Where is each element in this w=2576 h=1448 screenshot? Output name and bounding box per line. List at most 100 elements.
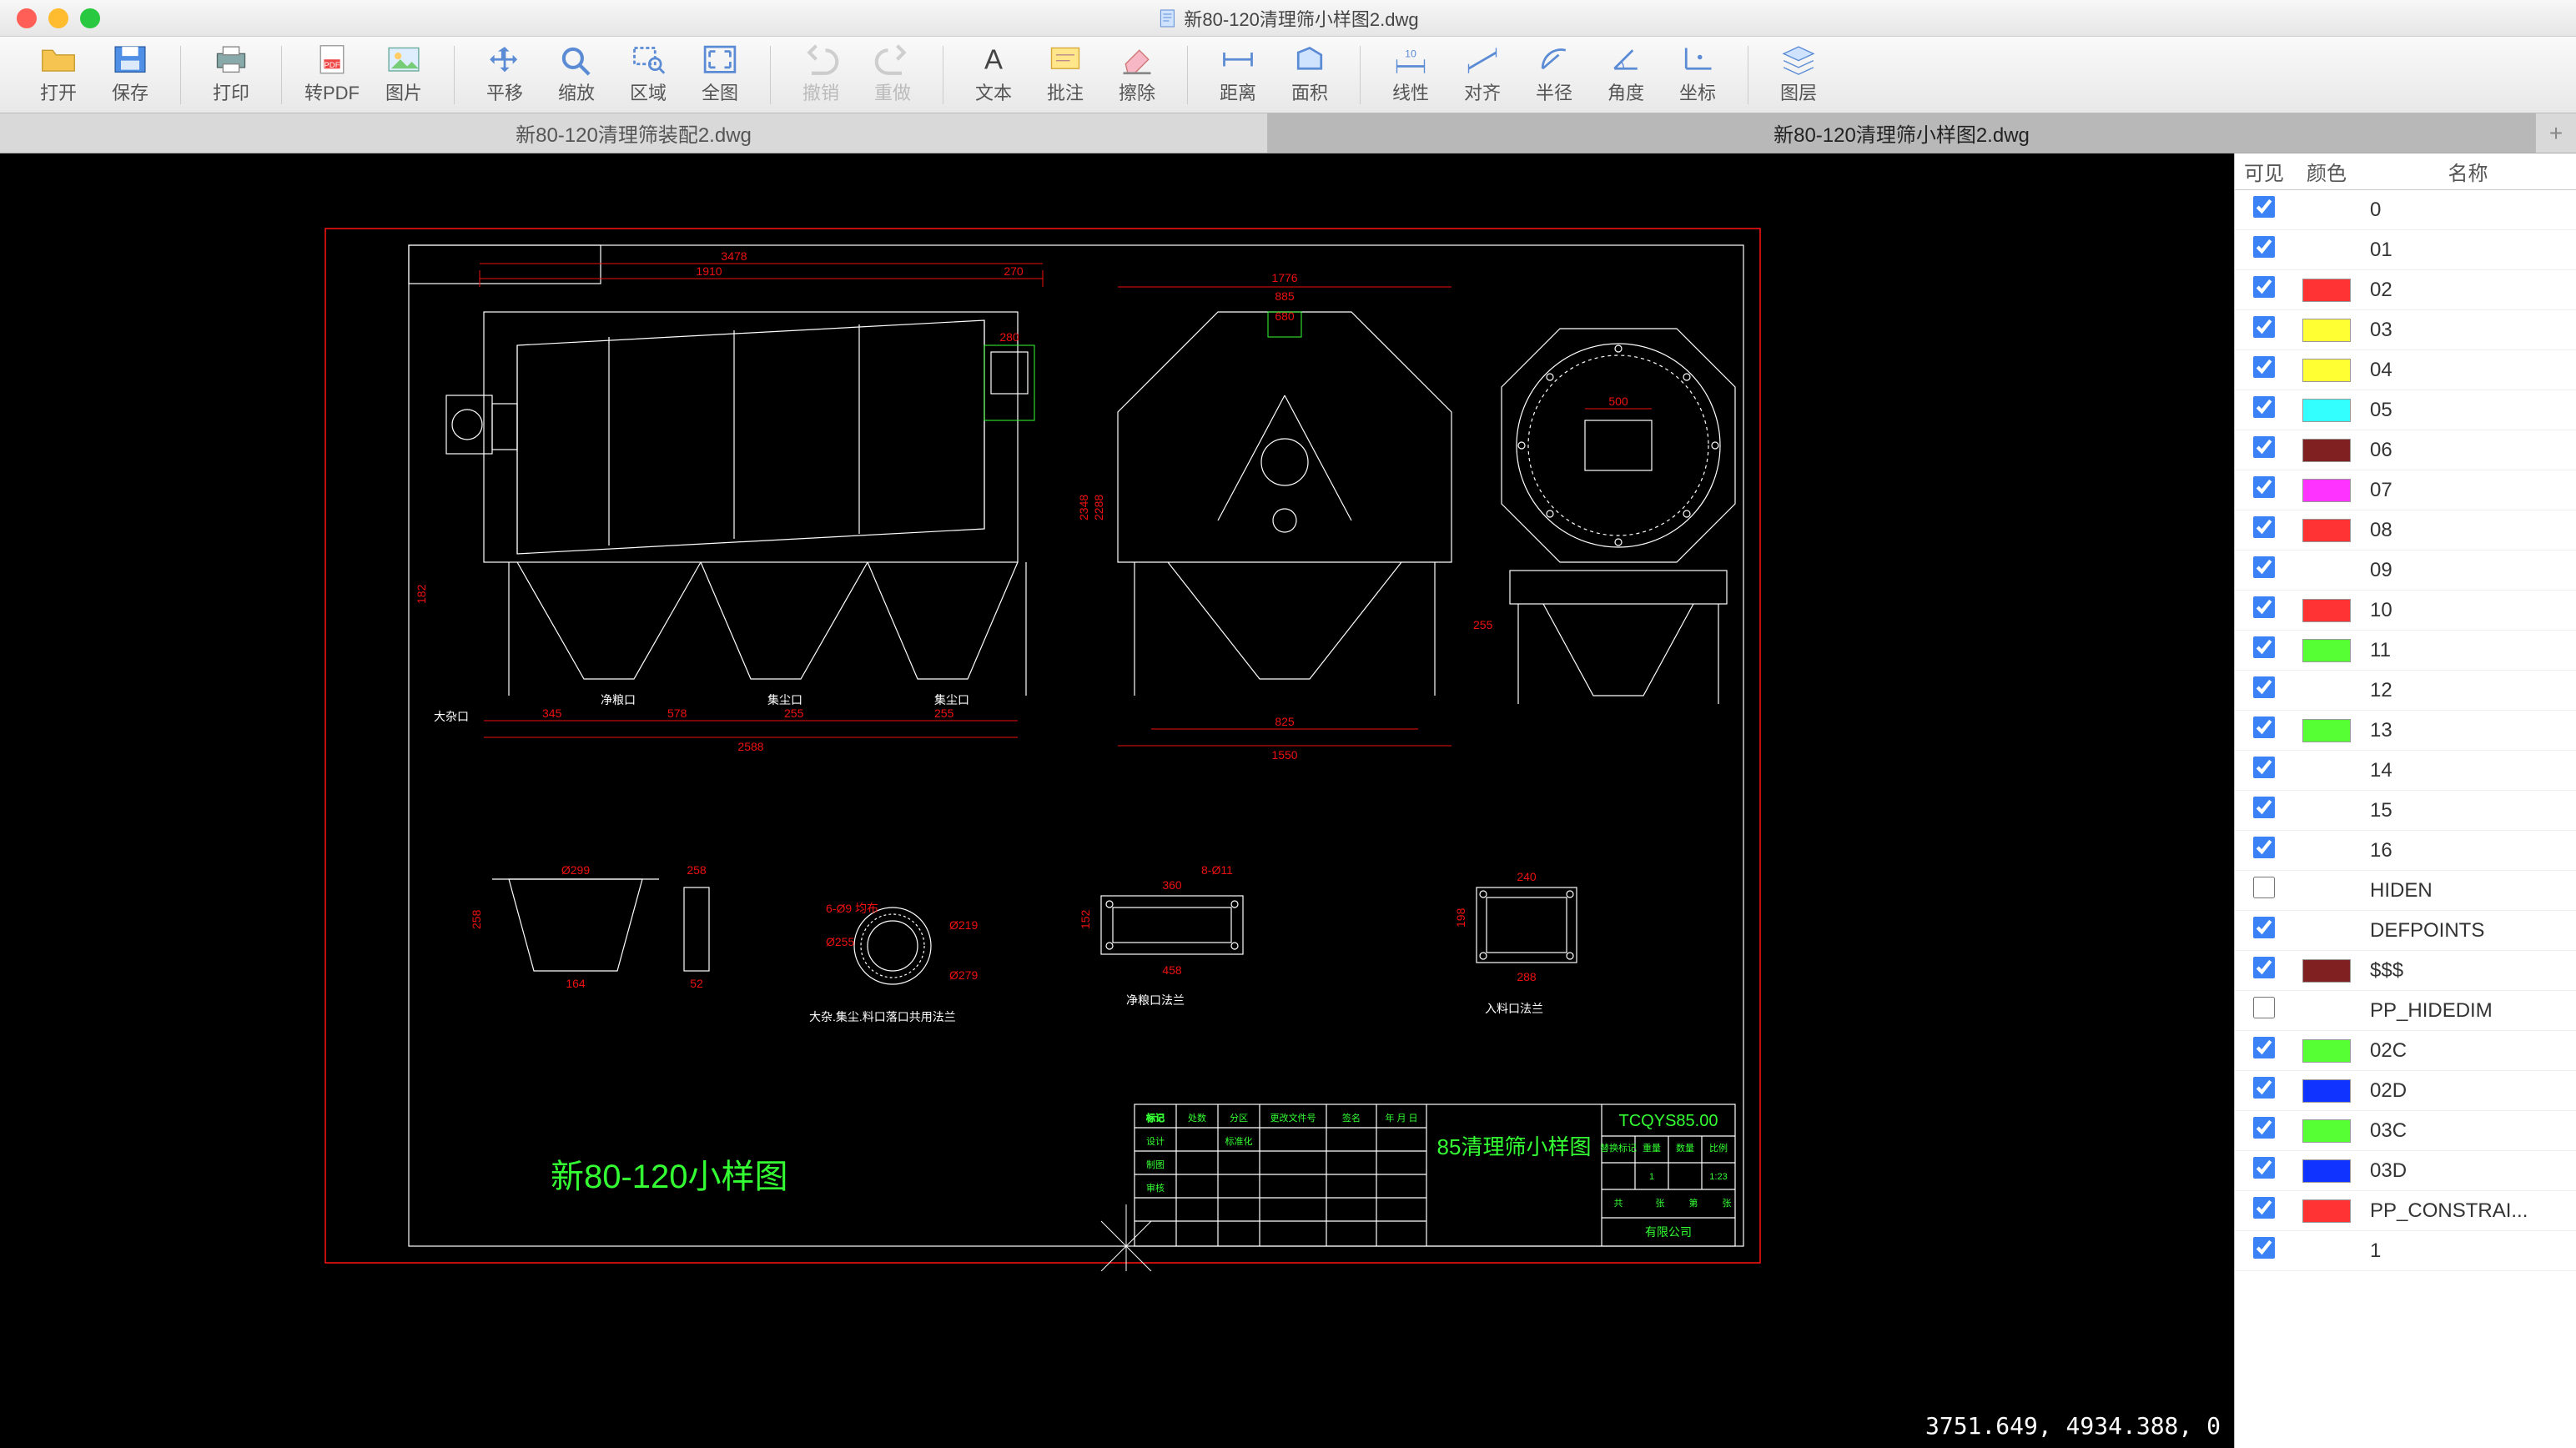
layer-visible-checkbox[interactable] <box>2253 716 2275 738</box>
layer-color-swatch[interactable] <box>2302 439 2351 462</box>
layer-row[interactable]: 09 <box>2235 551 2576 591</box>
layer-visible-checkbox[interactable] <box>2253 957 2275 978</box>
zoom-button[interactable]: 缩放 <box>541 42 611 108</box>
layer-row[interactable]: 01 <box>2235 230 2576 270</box>
layer-row[interactable]: HIDEN <box>2235 871 2576 911</box>
layer-color-swatch[interactable] <box>2302 959 2351 983</box>
layer-row[interactable]: DEFPOINTS <box>2235 911 2576 951</box>
area-button[interactable]: 面积 <box>1275 42 1345 108</box>
layer-color-swatch[interactable] <box>2302 1159 2351 1183</box>
fit-button[interactable]: 全图 <box>685 42 755 108</box>
layer-row[interactable]: 04 <box>2235 350 2576 390</box>
layer-row[interactable]: 03D <box>2235 1151 2576 1191</box>
document-tab[interactable]: 新80-120清理筛装配2.dwg <box>0 113 1268 153</box>
layer-visible-checkbox[interactable] <box>2253 316 2275 338</box>
layer-visible-checkbox[interactable] <box>2253 1237 2275 1259</box>
layer-color-swatch[interactable] <box>2302 639 2351 662</box>
layer-row[interactable]: 13 <box>2235 711 2576 751</box>
layer-color-swatch[interactable] <box>2302 519 2351 542</box>
layer-visible-checkbox[interactable] <box>2253 1157 2275 1179</box>
pdf-button[interactable]: PDF转PDF <box>297 42 367 108</box>
coord-button[interactable]: 坐标 <box>1663 42 1733 108</box>
text-button[interactable]: A文本 <box>958 42 1029 108</box>
layer-visible-checkbox[interactable] <box>2253 1077 2275 1099</box>
layer-color-swatch[interactable] <box>2302 719 2351 742</box>
close-icon[interactable] <box>17 8 37 28</box>
layer-visible-checkbox[interactable] <box>2253 396 2275 418</box>
print-button[interactable]: 打印 <box>196 42 266 108</box>
layer-row[interactable]: 1 <box>2235 1231 2576 1271</box>
layer-visible-checkbox[interactable] <box>2253 236 2275 258</box>
align-button[interactable]: 对齐 <box>1447 42 1517 108</box>
layer-row[interactable]: PP_HIDEDIM <box>2235 991 2576 1031</box>
layer-visible-checkbox[interactable] <box>2253 917 2275 938</box>
layer-color-swatch[interactable] <box>2302 319 2351 342</box>
layer-color-swatch[interactable] <box>2302 599 2351 622</box>
angle-button[interactable]: 角度 <box>1591 42 1661 108</box>
layer-row[interactable]: 11 <box>2235 631 2576 671</box>
layer-row[interactable]: 07 <box>2235 470 2576 510</box>
layer-row[interactable]: 10 <box>2235 591 2576 631</box>
layer-visible-checkbox[interactable] <box>2253 997 2275 1018</box>
layer-row[interactable]: 02C <box>2235 1031 2576 1071</box>
maximize-icon[interactable] <box>80 8 100 28</box>
layer-visible-checkbox[interactable] <box>2253 356 2275 378</box>
svg-text:TCQYS85.00: TCQYS85.00 <box>1619 1112 1718 1130</box>
layer-visible-checkbox[interactable] <box>2253 476 2275 498</box>
layer-row[interactable]: 08 <box>2235 510 2576 551</box>
layer-row[interactable]: 06 <box>2235 430 2576 470</box>
region-button[interactable]: 区域 <box>613 42 683 108</box>
layer-row[interactable]: $$$ <box>2235 951 2576 991</box>
layer-row[interactable]: PP_CONSTRAI... <box>2235 1191 2576 1231</box>
layer-visible-checkbox[interactable] <box>2253 757 2275 778</box>
layers-button[interactable]: 图层 <box>1763 42 1834 108</box>
radius-button[interactable]: 半径 <box>1519 42 1589 108</box>
pan-button[interactable]: 平移 <box>470 42 540 108</box>
open-button[interactable]: 打开 <box>23 42 93 108</box>
svg-text:第: 第 <box>1689 1197 1698 1209</box>
save-button[interactable]: 保存 <box>95 42 165 108</box>
layer-visible-checkbox[interactable] <box>2253 877 2275 898</box>
layer-visible-checkbox[interactable] <box>2253 676 2275 698</box>
layer-visible-checkbox[interactable] <box>2253 556 2275 578</box>
layer-visible-checkbox[interactable] <box>2253 516 2275 538</box>
layer-visible-checkbox[interactable] <box>2253 276 2275 298</box>
layer-visible-checkbox[interactable] <box>2253 436 2275 458</box>
layer-row[interactable]: 02 <box>2235 270 2576 310</box>
layer-row[interactable]: 02D <box>2235 1071 2576 1111</box>
add-tab-button[interactable]: + <box>2536 113 2576 153</box>
layer-visible-checkbox[interactable] <box>2253 1117 2275 1139</box>
dist-button[interactable]: 距离 <box>1203 42 1273 108</box>
layer-visible-checkbox[interactable] <box>2253 636 2275 658</box>
layer-row[interactable]: 16 <box>2235 831 2576 871</box>
annot-button[interactable]: 批注 <box>1030 42 1100 108</box>
layer-visible-checkbox[interactable] <box>2253 196 2275 218</box>
layer-row[interactable]: 12 <box>2235 671 2576 711</box>
layer-visible-checkbox[interactable] <box>2253 1197 2275 1219</box>
layer-color-swatch[interactable] <box>2302 1079 2351 1103</box>
layer-row[interactable]: 03 <box>2235 310 2576 350</box>
drawing-canvas[interactable]: 3478 1910 270 <box>0 153 2234 1448</box>
layer-visible-checkbox[interactable] <box>2253 837 2275 858</box>
layer-row[interactable]: 15 <box>2235 791 2576 831</box>
layer-row[interactable]: 03C <box>2235 1111 2576 1151</box>
linear-button[interactable]: 10线性 <box>1376 42 1446 108</box>
svg-text:6-Ø9 均布: 6-Ø9 均布 <box>826 902 878 915</box>
layer-visible-checkbox[interactable] <box>2253 797 2275 818</box>
layer-visible-checkbox[interactable] <box>2253 596 2275 618</box>
layer-row[interactable]: 0 <box>2235 190 2576 230</box>
layer-color-swatch[interactable] <box>2302 1199 2351 1223</box>
image-button[interactable]: 图片 <box>369 42 439 108</box>
layer-visible-checkbox[interactable] <box>2253 1037 2275 1058</box>
layer-row[interactable]: 14 <box>2235 751 2576 791</box>
layer-color-swatch[interactable] <box>2302 279 2351 302</box>
layer-row[interactable]: 05 <box>2235 390 2576 430</box>
erase-button[interactable]: 擦除 <box>1102 42 1172 108</box>
layer-color-swatch[interactable] <box>2302 359 2351 382</box>
layer-color-swatch[interactable] <box>2302 479 2351 502</box>
layer-color-swatch[interactable] <box>2302 1119 2351 1143</box>
minimize-icon[interactable] <box>48 8 68 28</box>
layer-color-swatch[interactable] <box>2302 1039 2351 1063</box>
document-tab[interactable]: 新80-120清理筛小样图2.dwg <box>1268 113 2536 153</box>
layer-color-swatch[interactable] <box>2302 399 2351 422</box>
